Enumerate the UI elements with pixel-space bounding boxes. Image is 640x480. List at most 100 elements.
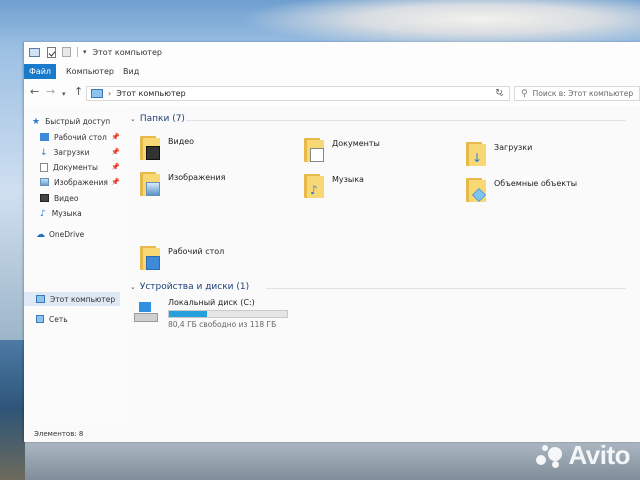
avito-logo-icon [536,443,564,469]
content-area: ⌄ Папки (7) Видео Документы ↓ Загрузки И… [126,106,640,426]
drive-label[interactable]: Локальный диск (C:) [168,298,255,307]
sidebar-item-label: Документы [53,162,98,172]
up-icon[interactable]: ↑ [74,86,83,98]
sidebar-item-this-pc[interactable]: Этот компьютер [24,292,120,306]
explorer-window: ▾ Этот компьютер Файл Компьютер Вид ← → … [24,42,640,442]
sidebar-item-video[interactable]: Видео [40,191,124,205]
folder-tile-video[interactable]: Видео [140,134,194,160]
tab-computer[interactable]: Компьютер [66,64,114,79]
forward-icon[interactable]: → [46,86,55,98]
desktop-folder-icon [140,244,160,270]
search-icon: ⚲ [521,88,528,99]
avito-watermark: Avito [536,440,630,471]
sidebar-item-label: Сеть [49,314,68,324]
folders-header-label: Папки (7) [139,114,185,124]
sidebar-item-label: Видео [54,193,79,203]
sidebar-item-network[interactable]: Сеть [36,312,124,326]
navigation-pane: ★ Быстрый доступ Рабочий стол 📌 ↓ Загруз… [24,106,126,426]
sidebar-item-label: Загрузки [53,147,90,157]
folder-label: Изображения [168,173,226,182]
ribbon: Файл Компьютер Вид [24,62,640,81]
search-input[interactable]: ⚲ Поиск в: Этот компьютер [514,86,640,101]
drive-usage-fill [169,311,207,317]
drive-icon[interactable] [134,302,158,324]
folder-tile-3d-objects[interactable]: Объемные объекты [466,176,577,202]
computer-icon [36,295,45,303]
title-bar: ▾ Этот компьютер [24,42,640,62]
computer-icon [29,47,40,57]
divider [186,120,626,121]
images-folder-icon [140,170,160,196]
sidebar-item-label: OneDrive [49,229,85,239]
folder-label: Объемные объекты [494,179,578,188]
3d-objects-folder-icon [466,176,486,202]
address-path[interactable]: Этот компьютер [116,89,185,98]
pin-icon[interactable]: 📌 [111,178,120,186]
sidebar-item-onedrive[interactable]: ☁ OneDrive [36,227,124,241]
folder-tile-downloads[interactable]: ↓ Загрузки [466,140,532,166]
music-icon: ♪ [40,209,46,219]
sidebar-item-documents[interactable]: Документы 📌 [40,160,124,174]
divider [266,288,626,289]
folder-label: Рабочий стол [168,247,225,256]
recent-dropdown-icon[interactable]: ▾ [62,88,66,100]
item-count: Элементов: 8 [34,430,84,438]
pin-icon[interactable]: 📌 [111,148,120,156]
pin-icon[interactable]: 📌 [111,133,120,141]
chevron-down-icon[interactable]: ⌄ [130,283,136,291]
star-icon: ★ [32,117,41,127]
downloads-folder-icon: ↓ [466,140,486,166]
document-icon [40,162,48,172]
pin-icon[interactable]: 📌 [111,163,120,171]
computer-icon [91,89,103,98]
download-icon: ↓ [40,148,48,158]
chevron-down-icon[interactable]: ⌄ [130,115,136,123]
folders-group-header[interactable]: ⌄ Папки (7) [130,114,185,124]
documents-folder-icon [304,136,324,162]
drive-free-space: 80,4 ГБ свободно из 118 ГБ [168,320,277,329]
sidebar-item-images[interactable]: Изображения 📌 [40,175,124,189]
folder-tile-music[interactable]: ♪ Музыка [304,172,364,198]
navigation-bar: ← → ▾ ↑ › Этот компьютер ⌄ ↻ ⚲ Поиск в: … [24,80,640,106]
sidebar-item-music[interactable]: ♪ Музыка [40,206,124,220]
quick-access-dropdown-icon[interactable]: ▾ [83,48,87,56]
folder-tile-images[interactable]: Изображения [140,170,225,196]
search-placeholder[interactable]: Поиск в: Этот компьютер [533,89,634,98]
folder-label: Документы [332,139,380,148]
video-folder-icon [140,134,160,160]
properties-icon[interactable] [47,46,56,58]
tab-file[interactable]: Файл [24,64,56,79]
window-title: Этот компьютер [92,47,162,57]
folder-label: Видео [168,137,195,146]
devices-header-label: Устройства и диски (1) [139,282,250,292]
avito-wordmark: Avito [568,440,630,470]
image-icon [40,178,49,186]
folder-tile-documents[interactable]: Документы [304,136,380,162]
back-icon[interactable]: ← [30,86,39,98]
sidebar-item-label: Быстрый доступ [45,116,111,126]
new-folder-icon[interactable] [62,47,71,57]
sidebar-item-quick-access[interactable]: ★ Быстрый доступ [32,114,132,128]
sidebar-item-label: Этот компьютер [50,294,116,304]
devices-group-header[interactable]: ⌄ Устройства и диски (1) [130,282,249,292]
address-bar[interactable]: › Этот компьютер ⌄ [86,86,510,101]
network-icon [36,315,44,323]
folder-label: Музыка [332,175,364,184]
video-icon [40,194,49,202]
sidebar-item-label: Музыка [51,208,82,218]
folder-label: Загрузки [494,143,533,152]
tab-view[interactable]: Вид [123,64,139,79]
cloud-icon: ☁ [36,230,45,240]
sidebar-item-downloads[interactable]: ↓ Загрузки 📌 [40,145,124,159]
divider [77,47,78,57]
drive-usage-bar [168,310,288,318]
chevron-right-icon[interactable]: › [108,89,111,98]
sidebar-item-label: Изображения [54,177,108,187]
refresh-icon[interactable]: ↻ [490,86,508,101]
desktop-icon [40,133,49,141]
folder-tile-desktop[interactable]: Рабочий стол [140,244,224,270]
desktop-sky [240,0,640,48]
sidebar-item-label: Рабочий стол [54,132,107,142]
music-folder-icon: ♪ [304,172,324,198]
sidebar-item-desktop[interactable]: Рабочий стол 📌 [40,130,124,144]
